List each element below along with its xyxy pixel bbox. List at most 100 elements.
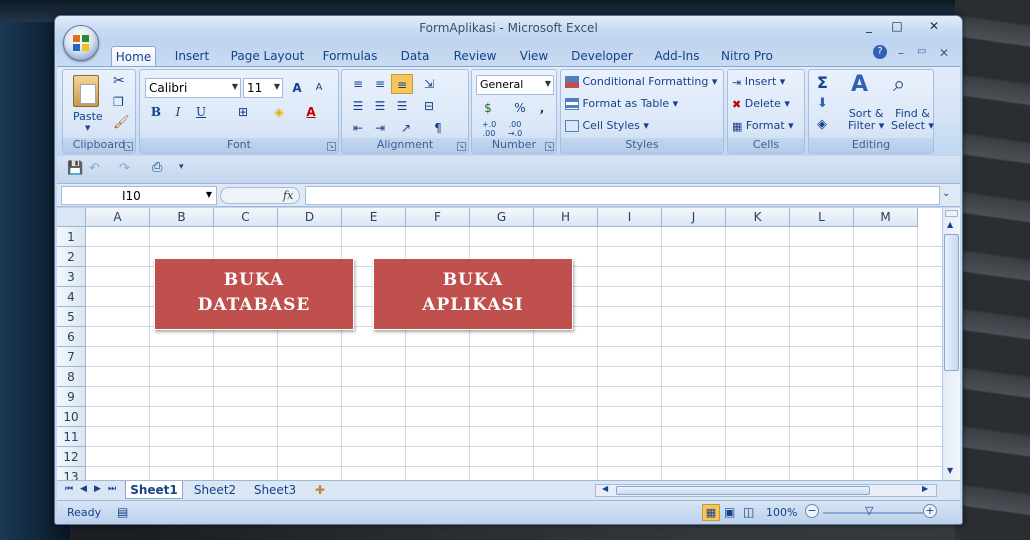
clear-icon[interactable]: ◈ (817, 117, 827, 132)
row-header-6[interactable]: 6 (57, 327, 86, 347)
scroll-thumb[interactable] (944, 234, 959, 371)
column-header-c[interactable]: C (214, 208, 278, 227)
autosum-button[interactable]: Σ (817, 73, 828, 92)
next-sheet-icon[interactable]: ▶ (94, 484, 101, 494)
font-size-select[interactable]: 11 ▼ (243, 78, 283, 98)
increase-decimal-button[interactable]: +.0 .00 (477, 120, 501, 140)
zoom-slider-thumb[interactable]: ▽ (865, 504, 873, 517)
row-header-5[interactable]: 5 (57, 307, 86, 327)
zoom-in-icon[interactable]: + (923, 504, 937, 518)
find-select-icon[interactable]: ⌕ (893, 72, 905, 97)
column-header-j[interactable]: J (662, 208, 726, 227)
horizontal-scrollbar[interactable]: ◀ ▶ (595, 484, 937, 497)
tab-review[interactable]: Review (451, 46, 499, 66)
increase-indent-icon[interactable]: ⇥ (369, 118, 391, 138)
sort-filter-button[interactable]: Sort & Filter ▾ (848, 108, 884, 132)
column-header-g[interactable]: G (470, 208, 534, 227)
grow-font-button[interactable]: A (286, 78, 308, 98)
sort-filter-icon[interactable]: A (851, 72, 868, 97)
minimize-button[interactable]: _ (856, 18, 882, 34)
row-header-2[interactable]: 2 (57, 247, 86, 267)
save-icon[interactable]: 💾 (67, 161, 83, 176)
vertical-scrollbar[interactable]: ▲ ▼ (942, 208, 960, 480)
tab-add-ins[interactable]: Add-Ins (652, 46, 702, 66)
fill-color-icon[interactable]: ◈ (268, 102, 290, 122)
insert-cells-button[interactable]: ⇥ Insert ▾ (732, 75, 785, 89)
number-launcher-icon[interactable]: ↘ (545, 142, 554, 151)
insert-function-button[interactable]: fx (283, 189, 293, 202)
underline-button[interactable]: U (190, 102, 212, 122)
row-header-1[interactable]: 1 (57, 227, 86, 247)
decrease-indent-icon[interactable]: ⇤ (347, 118, 369, 138)
buka-aplikasi-button[interactable]: BUKA APLIKASI (373, 258, 573, 330)
alignment-launcher-icon[interactable]: ↘ (457, 142, 466, 151)
column-header-l[interactable]: L (790, 208, 854, 227)
sheet-tab-sheet1[interactable]: Sheet1 (125, 481, 183, 499)
font-launcher-icon[interactable]: ↘ (327, 142, 336, 151)
number-format-select[interactable]: General ▼ (476, 75, 554, 95)
align-bottom-icon[interactable]: ≡ (391, 74, 413, 94)
align-left-icon[interactable]: ☰ (347, 96, 369, 116)
percent-button[interactable]: % (509, 98, 531, 118)
buka-database-button[interactable]: BUKA DATABASE (154, 258, 354, 330)
row-header-12[interactable]: 12 (57, 447, 86, 467)
font-color-icon[interactable]: A (300, 102, 322, 122)
comma-button[interactable]: , (531, 98, 553, 118)
row-header-9[interactable]: 9 (57, 387, 86, 407)
column-header-b[interactable]: B (150, 208, 214, 227)
redo-icon[interactable]: ↷ (119, 161, 130, 176)
insert-sheet-icon[interactable]: ✚ (307, 481, 333, 499)
scroll-down-icon[interactable]: ▼ (947, 466, 953, 475)
paste-button[interactable]: Paste (73, 110, 103, 123)
orientation-icon[interactable]: ↗ (395, 118, 417, 138)
currency-icon[interactable]: $ (477, 98, 499, 118)
expand-formula-icon[interactable]: ⌄ (942, 188, 950, 199)
wrap-text-icon[interactable]: ⇲ (418, 74, 440, 94)
tab-data[interactable]: Data (396, 46, 434, 66)
sheet-tab-sheet3[interactable]: Sheet3 (247, 481, 303, 499)
decrease-decimal-button[interactable]: .00 →.0 (503, 120, 527, 140)
normal-view-icon[interactable]: ▦ (702, 504, 720, 521)
align-right-icon[interactable]: ☰ (391, 96, 413, 116)
align-center-icon[interactable]: ☰ (369, 96, 391, 116)
chevron-down-icon[interactable]: ▼ (206, 190, 212, 199)
paste-dropdown-icon[interactable]: ▼ (85, 124, 90, 132)
row-header-11[interactable]: 11 (57, 427, 86, 447)
page-layout-view-icon[interactable]: ▣ (724, 505, 735, 519)
name-box[interactable]: I10 ▼ (61, 186, 217, 205)
paste-icon[interactable] (73, 75, 99, 107)
tab-developer[interactable]: Developer (569, 46, 635, 66)
fill-down-icon[interactable]: ⬇ (817, 96, 828, 111)
scroll-left-icon[interactable]: ◀ (602, 484, 608, 493)
row-header-10[interactable]: 10 (57, 407, 86, 427)
undo-icon[interactable]: ↶ (89, 161, 100, 176)
office-button[interactable] (63, 25, 99, 61)
row-header-7[interactable]: 7 (57, 347, 86, 367)
bold-button[interactable]: B (145, 102, 167, 122)
column-header-d[interactable]: D (278, 208, 342, 227)
format-painter-icon[interactable]: 🖌 (113, 115, 130, 130)
borders-icon[interactable]: ⊞ (232, 102, 254, 122)
worksheet-grid[interactable]: ABCDEFGHIJKLM 1 2 3 4 5 6 7 8 9 10 11 12 13 BUKA DAT… (57, 208, 942, 480)
format-cells-button[interactable]: ▦ Format ▾ (732, 119, 794, 133)
scroll-right-icon[interactable]: ▶ (922, 484, 928, 493)
select-all-corner[interactable] (57, 208, 86, 227)
ribbon-close-icon[interactable]: ✕ (939, 46, 949, 60)
conditional-formatting-button[interactable]: Conditional Formatting ▾ (565, 75, 717, 88)
paragraph-icon[interactable]: ¶ (427, 118, 449, 138)
tab-page-layout[interactable]: Page Layout (230, 46, 305, 66)
align-middle-icon[interactable]: ≡ (369, 74, 391, 94)
shrink-font-button[interactable]: A (308, 78, 330, 98)
ribbon-minimize-icon[interactable]: – (898, 46, 904, 60)
first-sheet-icon[interactable]: ⏮ (65, 484, 73, 494)
column-header-f[interactable]: F (406, 208, 470, 227)
tab-view[interactable]: View (516, 46, 552, 66)
font-name-select[interactable]: Calibri ▼ (145, 78, 241, 98)
align-top-icon[interactable]: ≡ (347, 74, 369, 94)
merge-center-icon[interactable]: ⊟ (418, 96, 440, 116)
row-header-8[interactable]: 8 (57, 367, 86, 387)
cut-icon[interactable]: ✂ (113, 73, 125, 89)
tab-formulas[interactable]: Formulas (321, 46, 379, 66)
ribbon-restore-icon[interactable]: ▭ (917, 46, 926, 57)
sheet-tab-sheet2[interactable]: Sheet2 (187, 481, 243, 499)
